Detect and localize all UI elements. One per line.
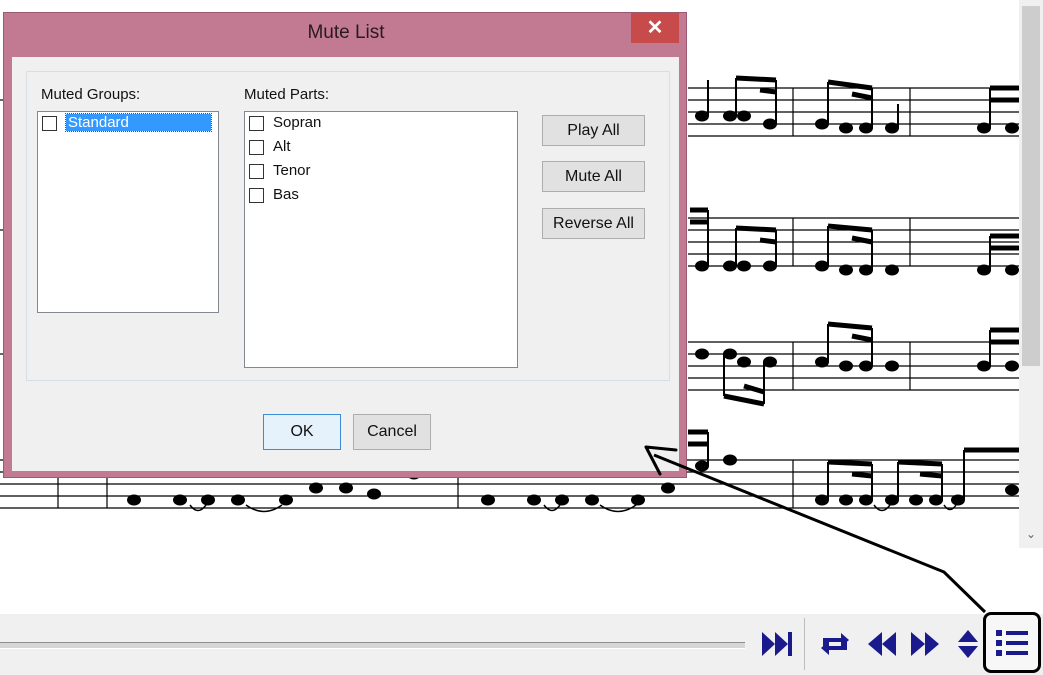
- player-bar: [0, 612, 1043, 675]
- close-icon[interactable]: ✕: [631, 13, 679, 43]
- vertical-scrollbar[interactable]: ⌄: [1019, 0, 1043, 548]
- toolbar-separator: [804, 618, 805, 670]
- mute-list-dialog: Mute List ✕ Muted Groups: Standard Muted…: [3, 12, 687, 478]
- list-item[interactable]: Alt: [245, 136, 517, 160]
- checkbox[interactable]: [249, 140, 264, 155]
- list-icon[interactable]: [983, 612, 1041, 673]
- rewind-icon[interactable]: [862, 624, 902, 664]
- checkbox[interactable]: [249, 116, 264, 131]
- ok-button[interactable]: OK: [263, 414, 341, 450]
- list-item-label: Tenor: [273, 162, 311, 179]
- list-item-label: Standard: [65, 113, 212, 132]
- dialog-client-area: Muted Groups: Standard Muted Parts: Sopr…: [12, 57, 679, 471]
- list-item[interactable]: Sopran: [245, 112, 517, 136]
- list-item[interactable]: Tenor: [245, 160, 517, 184]
- checkbox[interactable]: [249, 164, 264, 179]
- scrollbar-thumb[interactable]: [1022, 6, 1040, 366]
- mute-all-button[interactable]: Mute All: [542, 161, 645, 192]
- list-item-label: Sopran: [273, 114, 322, 131]
- repeat-icon[interactable]: [815, 624, 855, 664]
- up-down-icon[interactable]: [950, 624, 986, 664]
- playback-progress-track[interactable]: [0, 642, 745, 649]
- muted-groups-label: Muted Groups:: [41, 86, 141, 103]
- muted-parts-label: Muted Parts:: [244, 86, 330, 103]
- list-item[interactable]: Bas: [245, 184, 517, 208]
- list-item-label: Alt: [273, 138, 291, 155]
- fast-forward-icon[interactable]: [905, 624, 945, 664]
- list-item-label: Bas: [273, 186, 299, 203]
- muted-parts-list[interactable]: Sopran Alt Tenor Bas: [244, 111, 518, 368]
- muted-groups-list[interactable]: Standard: [37, 111, 219, 313]
- list-item[interactable]: Standard: [38, 112, 218, 136]
- checkbox[interactable]: [249, 188, 264, 203]
- scroll-down-arrow-icon[interactable]: ⌄: [1019, 524, 1043, 544]
- reverse-all-button[interactable]: Reverse All: [542, 208, 645, 239]
- play-all-button[interactable]: Play All: [542, 115, 645, 146]
- checkbox[interactable]: [42, 116, 57, 131]
- dialog-title: Mute List: [307, 22, 385, 43]
- skip-to-end-icon[interactable]: [756, 624, 796, 664]
- cancel-button[interactable]: Cancel: [353, 414, 431, 450]
